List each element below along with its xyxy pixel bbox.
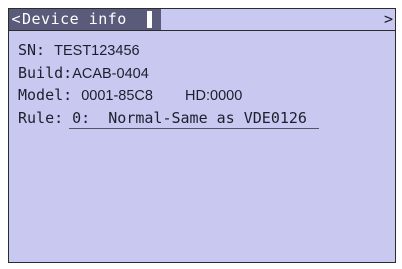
sn-label: SN: [18,41,46,59]
back-arrow-icon[interactable]: < [10,9,22,30]
title-cursor [147,11,152,28]
sn-value: TEST123456 [54,43,140,59]
hd-value: 0000 [210,88,243,104]
build-value: ACAB-0404 [72,65,149,82]
title-tab: <Device info [9,9,161,30]
model-row: Model: 0001-85C8 HD:0000 [18,84,319,107]
device-screen: <Device info > SN: TEST123456 Build:ACAB… [8,8,396,263]
forward-arrow-icon[interactable]: > [384,9,393,30]
sn-row: SN: TEST123456 [18,39,319,62]
title-bar: <Device info > [9,9,395,31]
page-title: Device info [22,10,127,28]
rule-value-field[interactable]: 0: Normal-Same as VDE0126 [69,108,319,129]
rule-label: Rule: [18,108,64,127]
build-row: Build:ACAB-0404 [18,62,319,85]
hd-label: HD: [185,88,211,104]
model-label: Model: [18,86,73,104]
build-label: Build: [18,63,73,82]
device-info-list: SN: TEST123456 Build:ACAB-0404 Model: 00… [18,39,319,129]
model-value: 0001-85C8 [81,88,153,104]
rule-row: Rule: 0: Normal-Same as VDE0126 [18,107,319,130]
